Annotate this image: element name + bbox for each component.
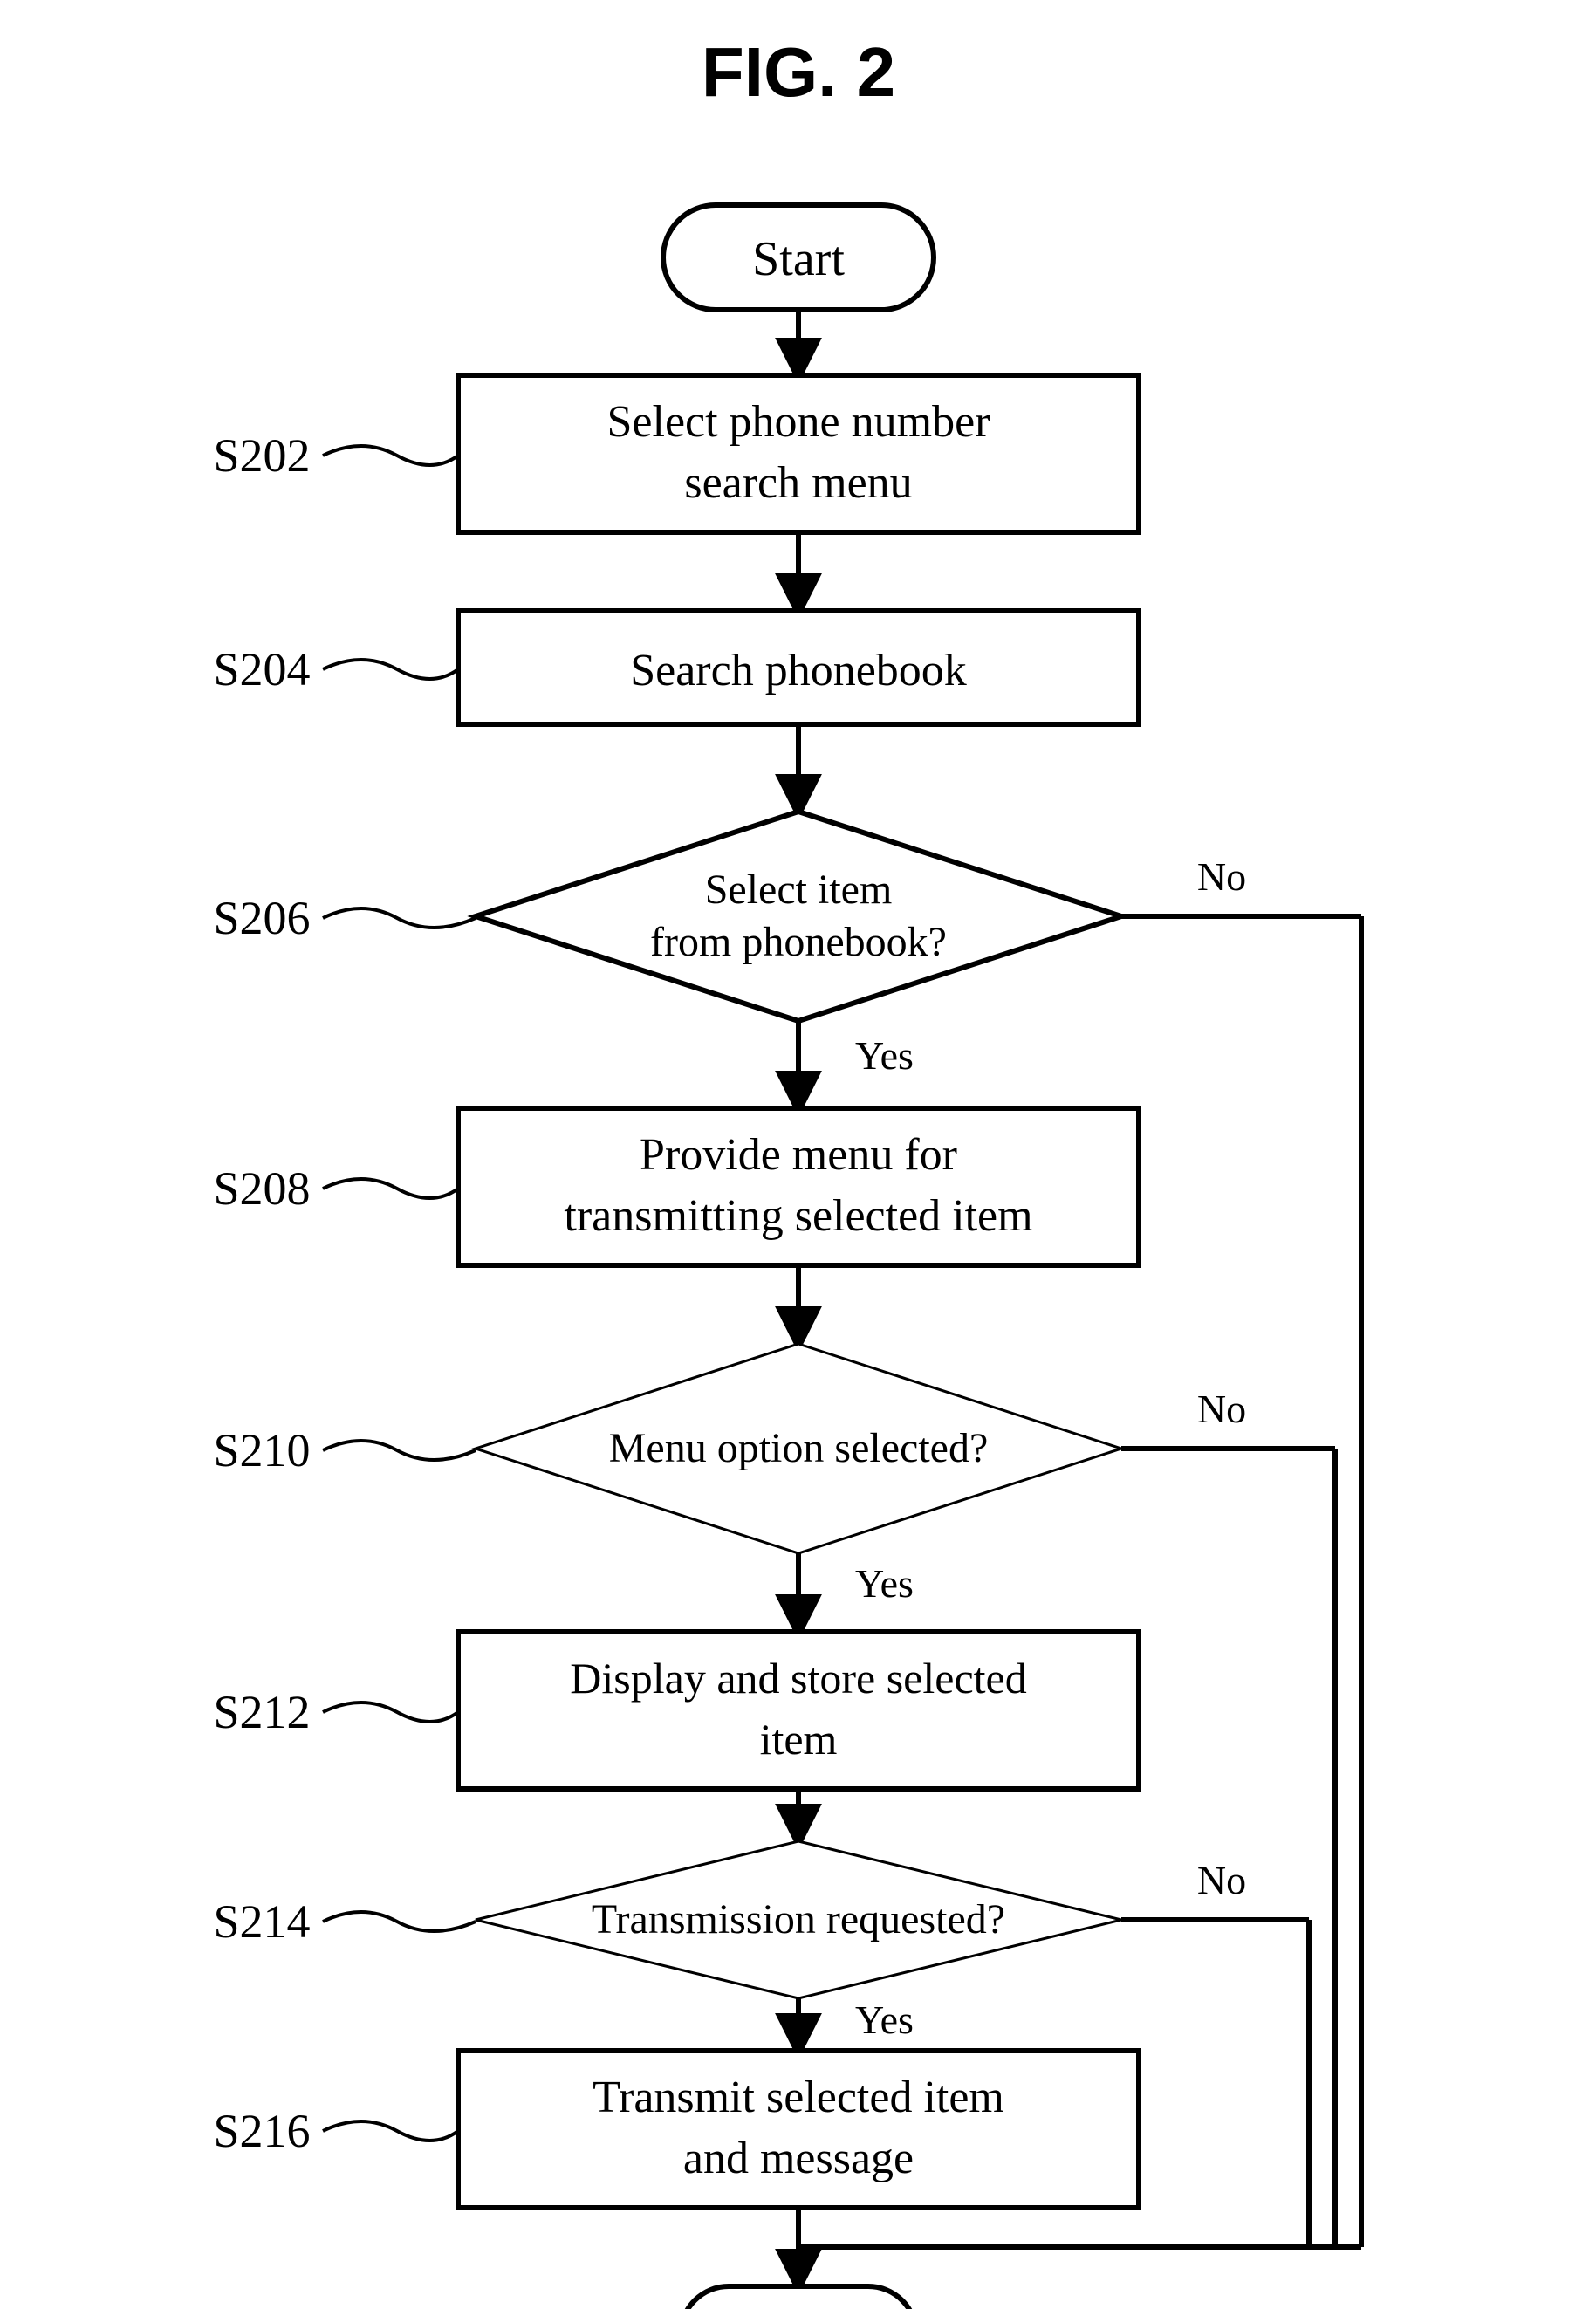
s202-line1: Select phone number bbox=[607, 397, 990, 447]
s206-no: No bbox=[1197, 854, 1246, 899]
s210-yes: Yes bbox=[855, 1561, 914, 1606]
s206-line2: from phonebook? bbox=[650, 919, 947, 965]
s206-line1: Select item bbox=[705, 867, 893, 913]
start-label: Start bbox=[752, 232, 845, 286]
decision-s206: Select item from phonebook? bbox=[476, 812, 1121, 1021]
s216-line2: and message bbox=[683, 2134, 914, 2183]
s202-ref: S202 bbox=[213, 429, 310, 482]
s214-yes: Yes bbox=[855, 1997, 914, 2042]
s208-ref: S208 bbox=[213, 1162, 310, 1215]
s204-ref: S204 bbox=[213, 643, 310, 695]
s210-ref: S210 bbox=[213, 1424, 310, 1477]
s208-line2: transmitting selected item bbox=[564, 1191, 1032, 1241]
step-s212: Display and store selected item bbox=[458, 1632, 1139, 1789]
s204-line1: Search phonebook bbox=[630, 646, 967, 695]
s212-line2: item bbox=[760, 1715, 838, 1764]
s210-line1: Menu option selected? bbox=[609, 1425, 989, 1471]
figure-title: FIG. 2 bbox=[702, 33, 895, 111]
start-node: Start bbox=[663, 205, 934, 310]
step-s208: Provide menu for transmitting selected i… bbox=[458, 1108, 1139, 1265]
s216-ref: S216 bbox=[213, 2105, 310, 2157]
s212-ref: S212 bbox=[213, 1686, 310, 1738]
decision-s214: Transmission requested? bbox=[476, 1841, 1121, 1998]
end-node: End bbox=[681, 2286, 916, 2309]
s210-no: No bbox=[1197, 1387, 1246, 1431]
s202-line2: search menu bbox=[684, 458, 912, 508]
s206-ref: S206 bbox=[213, 892, 310, 944]
s214-line1: Transmission requested? bbox=[592, 1896, 1005, 1942]
step-s202: Select phone number search menu bbox=[458, 375, 1139, 532]
s216-line1: Transmit selected item bbox=[593, 2073, 1004, 2122]
s212-line1: Display and store selected bbox=[570, 1654, 1026, 1703]
s208-line1: Provide menu for bbox=[640, 1130, 957, 1180]
step-s204: Search phonebook bbox=[458, 611, 1139, 724]
decision-s210: Menu option selected? bbox=[476, 1344, 1121, 1553]
s214-no: No bbox=[1197, 1858, 1246, 1902]
s206-yes: Yes bbox=[855, 1033, 914, 1078]
flowchart: FIG. 2 Start Select phone number search … bbox=[0, 0, 1596, 2309]
s214-ref: S214 bbox=[213, 1895, 310, 1948]
step-s216: Transmit selected item and message bbox=[458, 2051, 1139, 2208]
